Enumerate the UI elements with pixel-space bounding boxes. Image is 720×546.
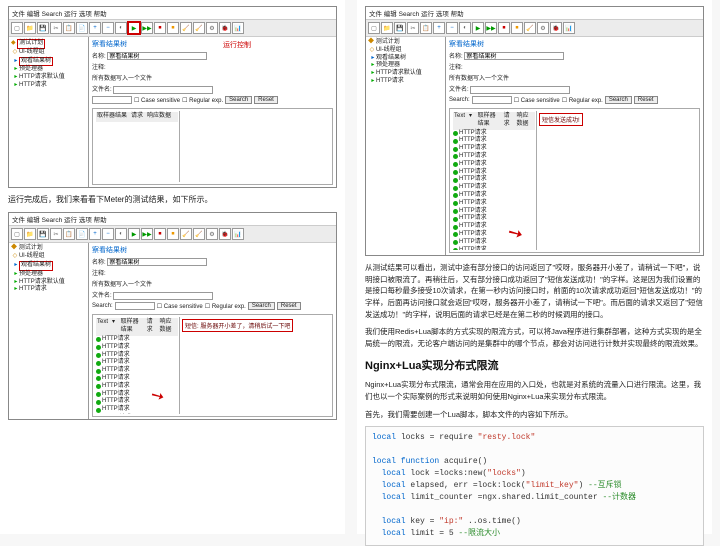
results-panel: 察看结果树 名称: 注释: 所有数据写入一个文件 文件名: ☐ Case sen… <box>89 37 336 187</box>
filename-field[interactable] <box>470 86 570 94</box>
reset-button[interactable]: Reset <box>277 302 301 310</box>
open-icon[interactable]: 📁 <box>381 22 393 34</box>
toolbar: ▢ 📁 💾 ✂ 📋 📄 + − ◐ ▶ ▶▶ ⏹ ⏹ 🧹 🧹 ⚙ 🐞 📊 <box>9 226 336 243</box>
new-icon[interactable]: ▢ <box>368 22 380 34</box>
stop-button[interactable]: ⏹ <box>154 22 166 34</box>
section-heading: Nginx+Lua实现分布式限流 <box>365 357 704 373</box>
save-icon[interactable]: 💾 <box>394 22 406 34</box>
menubar[interactable]: 文件 编辑 Search 运行 选项 帮助 <box>366 7 703 20</box>
save-icon[interactable]: 💾 <box>37 228 49 240</box>
stop-button[interactable]: ⏹ <box>154 228 166 240</box>
stop-button[interactable]: ⏹ <box>498 22 510 34</box>
results-panel: 察看结果树 名称: 注释: 所有数据写入一个文件 文件名: Search: ☐ … <box>89 243 336 419</box>
clear-all-icon[interactable]: 🧹 <box>193 228 205 240</box>
jmeter-window-2: 文件 编辑 Search 运行 选项 帮助 ▢ 📁 💾 ✂ 📋 📄 + − ◐ … <box>8 212 337 420</box>
cut-icon[interactable]: ✂ <box>50 228 62 240</box>
clear-icon[interactable]: 🧹 <box>180 228 192 240</box>
bug-icon[interactable]: 🐞 <box>219 228 231 240</box>
filename-field[interactable] <box>113 292 213 300</box>
test-plan-tree[interactable]: ◆ 测试计划 ◇ Ul-线程组 ▸ 观看结果树 ▸ 预处理器 ▸ HTTP请求默… <box>9 37 89 187</box>
chart-icon[interactable]: 📊 <box>232 228 244 240</box>
open-icon[interactable]: 📁 <box>24 228 36 240</box>
test-plan-tree[interactable]: ◆ 测试计划 ◇ Ul-线程组 ▸ 观看结果树 ▸ 预处理器 ▸ HTTP请求默… <box>9 243 89 419</box>
shutdown-button[interactable]: ⏹ <box>167 228 179 240</box>
panel-title: 察看结果树 <box>92 245 333 255</box>
toggle-icon[interactable]: ◐ <box>459 22 471 34</box>
search-button[interactable]: Search <box>248 302 275 310</box>
shutdown-button[interactable]: ⏹ <box>511 22 523 34</box>
chart-icon[interactable]: 📊 <box>563 22 575 34</box>
start-no-pause-button[interactable]: ▶▶ <box>141 228 153 240</box>
gear-icon[interactable]: ⚙ <box>206 228 218 240</box>
collapse-icon[interactable]: − <box>102 22 114 34</box>
code-block: local locks = require "resty.lock" local… <box>365 426 704 546</box>
menubar[interactable]: 文件 编辑 Search 运行 选项 帮助 <box>9 213 336 226</box>
run-label: 运行控制 <box>223 40 251 50</box>
paste-icon[interactable]: 📄 <box>76 22 88 34</box>
expand-icon[interactable]: + <box>433 22 445 34</box>
toggle-icon[interactable]: ◐ <box>115 228 127 240</box>
toolbar: ▢ 📁 💾 ✂ 📋 + − ◐ ▶ ▶▶ ⏹ ⏹ 🧹 ⚙ 🐞 📊 <box>366 20 703 37</box>
success-message: 短信发送成功! <box>539 113 583 126</box>
start-button[interactable]: ▶ <box>128 228 140 240</box>
collapse-icon[interactable]: − <box>446 22 458 34</box>
menubar[interactable]: 文件 编辑 Search 运行 选项 帮助 <box>9 7 336 20</box>
search-button[interactable]: Search <box>225 96 252 104</box>
gear-icon[interactable]: ⚙ <box>206 22 218 34</box>
article-text-1: 运行完成后，我们来看看下Meter的测试结果，如下所示。 <box>8 194 337 206</box>
paragraph-4: 首先，我们需要创建一个Lua脚本，脚本文件的内容如下所示。 <box>365 409 704 421</box>
paragraph-1: 从测试结果可以看出，测试中途有部分接口的访问返回了"哎呀，服务器开小差了，请稍试… <box>365 262 704 320</box>
panel-title: 察看结果树 <box>92 39 333 49</box>
results-panel: 察看结果树 名称: 注释: 所有数据写入一个文件 文件名: Search: ☐ … <box>446 37 703 255</box>
jmeter-window-1: 文件 编辑 Search 运行 选项 帮助 ▢ 📁 💾 ✂ 📋 📄 + − ◐ … <box>8 6 337 188</box>
copy-icon[interactable]: 📋 <box>63 228 75 240</box>
start-button[interactable]: ▶ <box>472 22 484 34</box>
open-icon[interactable]: 📁 <box>24 22 36 34</box>
expand-icon[interactable]: + <box>89 228 101 240</box>
result-detail-panel: 短信发送成功! <box>537 111 697 250</box>
shutdown-button[interactable]: ⏹ <box>167 22 179 34</box>
clear-icon[interactable]: 🧹 <box>180 22 192 34</box>
new-icon[interactable]: ▢ <box>11 22 23 34</box>
new-icon[interactable]: ▢ <box>11 228 23 240</box>
clear-all-icon[interactable]: 🧹 <box>193 22 205 34</box>
start-no-pause-button[interactable]: ▶▶ <box>141 22 153 34</box>
reset-button[interactable]: Reset <box>254 96 278 104</box>
name-field[interactable] <box>107 52 207 60</box>
search-input[interactable] <box>115 302 155 310</box>
paste-icon[interactable]: 📄 <box>76 228 88 240</box>
expand-icon[interactable]: + <box>89 22 101 34</box>
cut-icon[interactable]: ✂ <box>50 22 62 34</box>
jmeter-window-3: 文件 编辑 Search 运行 选项 帮助 ▢ 📁 💾 ✂ 📋 + − ◐ ▶ … <box>365 6 704 256</box>
start-no-pause-button[interactable]: ▶▶ <box>485 22 497 34</box>
start-button[interactable]: ▶ <box>128 22 140 34</box>
copy-icon[interactable]: 📋 <box>63 22 75 34</box>
result-tree[interactable]: 取样器结果 请求 响应数据 <box>95 111 180 182</box>
collapse-icon[interactable]: − <box>102 228 114 240</box>
paragraph-2: 我们使用Redis+Lua脚本的方式实现的限流方式，可以将Java程序进行集群部… <box>365 326 704 349</box>
search-button[interactable]: Search <box>605 96 632 104</box>
name-field[interactable] <box>107 258 207 266</box>
gear-icon[interactable]: ⚙ <box>537 22 549 34</box>
clear-icon[interactable]: 🧹 <box>524 22 536 34</box>
toolbar: ▢ 📁 💾 ✂ 📋 📄 + − ◐ ▶ ▶▶ ⏹ ⏹ 🧹 🧹 ⚙ 🐞 📊 运行控… <box>9 20 336 37</box>
reset-button[interactable]: Reset <box>634 96 658 104</box>
paragraph-3: Nginx+Lua实现分布式限流，通常会用在应用的入口处，也就是对系统的流量入口… <box>365 379 704 402</box>
result-tree[interactable]: Text ▾ 取样器结果 请求 响应数据 HTTP请求 HTTP请求 HTTP请… <box>452 111 537 250</box>
copy-icon[interactable]: 📋 <box>420 22 432 34</box>
result-detail-panel: 短信: 服务器开小差了，清稍后试一下吧 <box>180 317 330 414</box>
error-message: 短信: 服务器开小差了，清稍后试一下吧 <box>182 319 293 332</box>
panel-title: 察看结果树 <box>449 39 700 49</box>
chart-icon[interactable]: 📊 <box>232 22 244 34</box>
save-icon[interactable]: 💾 <box>37 22 49 34</box>
search-input[interactable] <box>472 96 512 104</box>
name-field[interactable] <box>464 52 564 60</box>
toggle-icon[interactable]: ◐ <box>115 22 127 34</box>
bug-icon[interactable]: 🐞 <box>219 22 231 34</box>
bug-icon[interactable]: 🐞 <box>550 22 562 34</box>
test-plan-tree[interactable]: ◆ 测试计划 ◇ Ul-线程组 ▸ 观看结果树 ▸ 预处理器 ▸ HTTP请求默… <box>366 37 446 255</box>
search-input[interactable] <box>92 96 132 104</box>
filename-field[interactable] <box>113 86 213 94</box>
cut-icon[interactable]: ✂ <box>407 22 419 34</box>
